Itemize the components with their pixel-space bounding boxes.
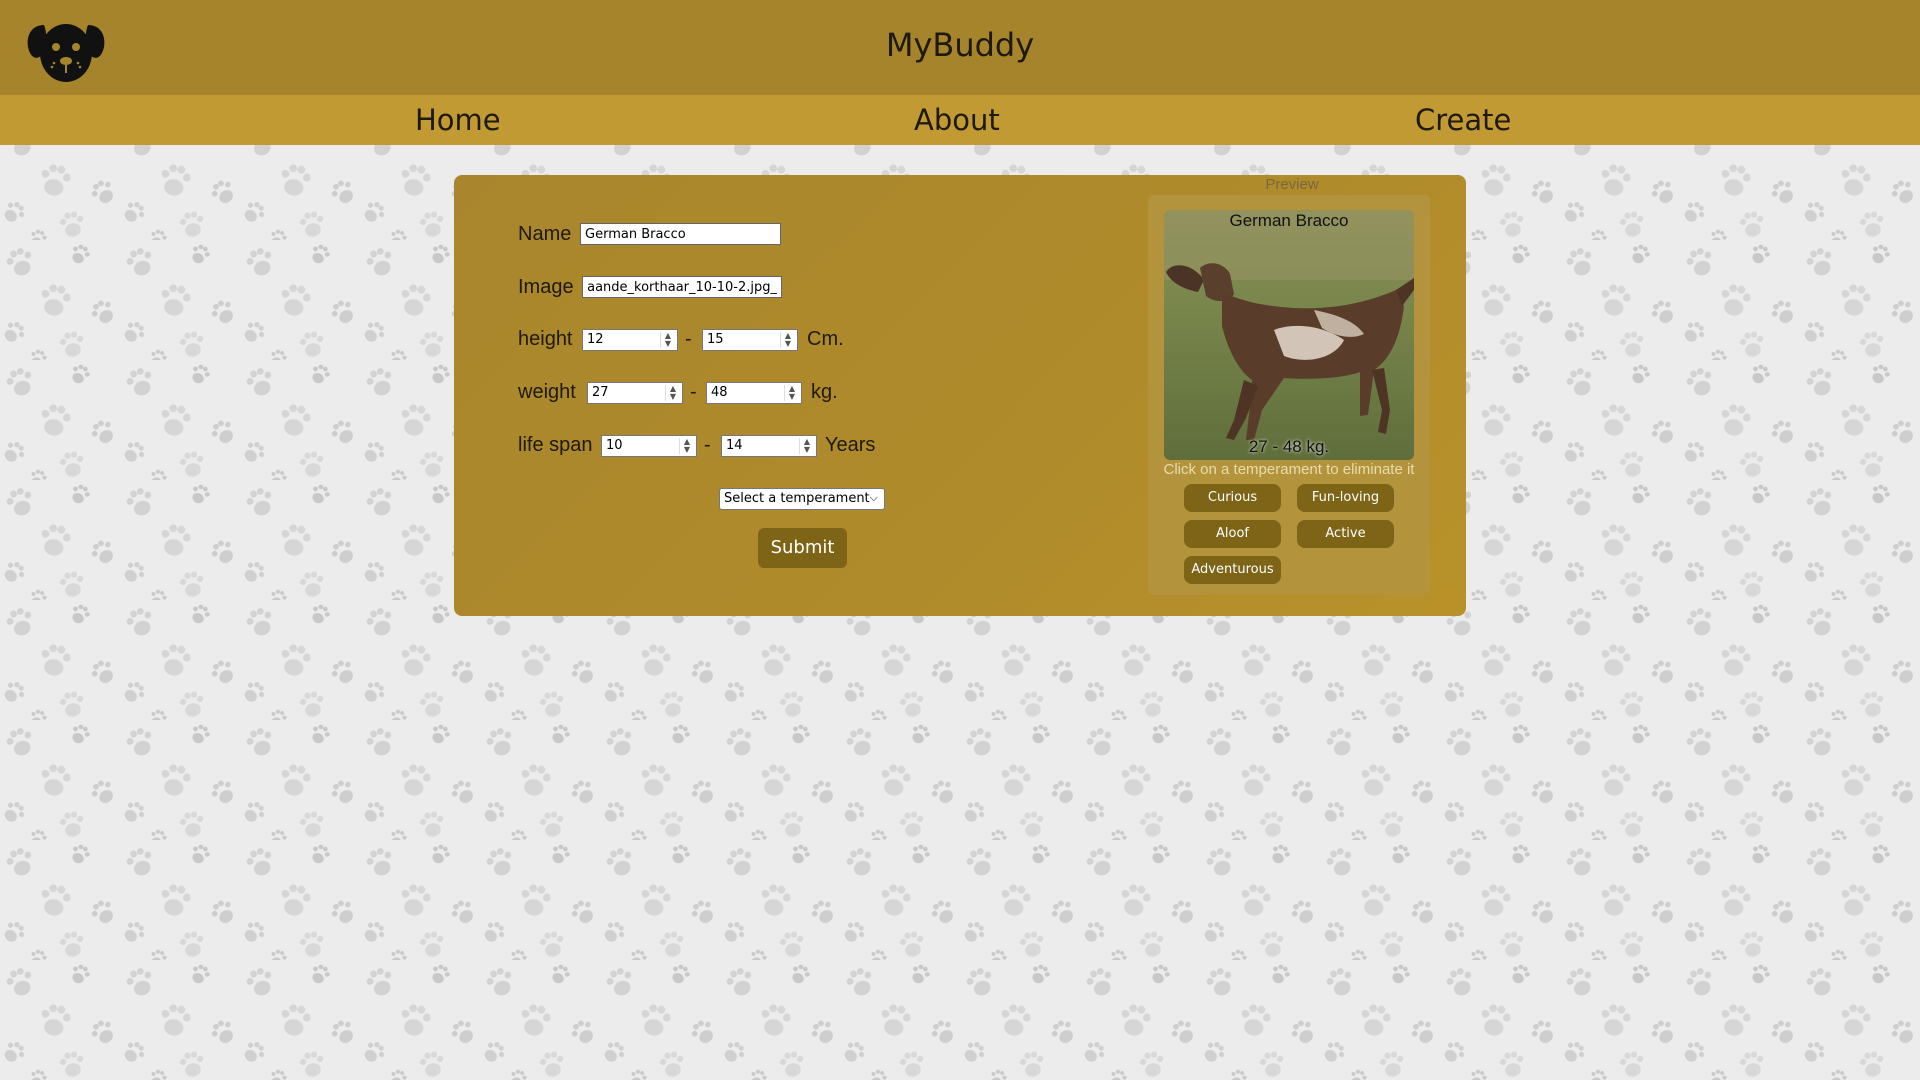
temperament-chip[interactable]: Aloof [1184, 520, 1281, 548]
image-label: Image [518, 276, 574, 298]
name-input[interactable] [580, 223, 781, 245]
height-label: height [518, 328, 573, 350]
preview-dog-weight: 27 - 48 kg. [1248, 437, 1330, 456]
preview-label: Preview [1265, 176, 1319, 193]
temperament-hint: Click on a temperament to eliminate it [1163, 461, 1415, 478]
weight-unit: kg. [811, 381, 838, 403]
temperament-select[interactable]: Select a temperament ⌵ [719, 488, 885, 510]
weight-min-input[interactable]: 27 ▲ ▼ [587, 382, 683, 404]
nav-about[interactable]: About [914, 103, 1000, 137]
lifespan-label: life span [518, 434, 593, 456]
name-label: Name [518, 223, 572, 245]
weight-label: weight [518, 381, 576, 403]
height-max-input[interactable]: 15 ▲ ▼ [702, 329, 798, 351]
stepper-icon[interactable]: ▲ ▼ [665, 385, 680, 401]
stepper-icon[interactable]: ▲ ▼ [799, 438, 814, 454]
site-title: MyBuddy [885, 26, 1035, 64]
temperament-chip[interactable]: Curious [1184, 484, 1281, 512]
height-separator: - [685, 328, 692, 350]
weight-max-input[interactable]: 48 ▲ ▼ [706, 382, 802, 404]
stepper-icon[interactable]: ▲ ▼ [660, 332, 675, 348]
main-nav: Home About Create [0, 95, 1920, 145]
height-min-input[interactable]: 12 ▲ ▼ [582, 329, 678, 351]
dog-photo [1164, 210, 1414, 460]
nav-create[interactable]: Create [1415, 103, 1511, 137]
stepper-icon[interactable]: ▲ ▼ [784, 385, 799, 401]
lifespan-max-input[interactable]: 14 ▲ ▼ [721, 435, 817, 457]
preview-card: German Bracco 27 - 48 kg. Click on a tem… [1148, 195, 1430, 595]
stepper-icon[interactable]: ▲ ▼ [780, 332, 795, 348]
nav-home[interactable]: Home [415, 103, 501, 137]
lifespan-separator: - [704, 434, 711, 456]
image-url-input[interactable] [582, 276, 782, 298]
site-header: MyBuddy [0, 0, 1920, 95]
temperament-chip[interactable]: Adventurous [1184, 556, 1281, 584]
submit-button[interactable]: Submit [758, 528, 847, 568]
lifespan-unit: Years [825, 434, 876, 456]
lifespan-min-input[interactable]: 10 ▲ ▼ [601, 435, 697, 457]
temperament-chip[interactable]: Fun-loving [1297, 484, 1394, 512]
temperament-chip[interactable]: Active [1297, 520, 1394, 548]
weight-separator: - [690, 381, 697, 403]
height-unit: Cm. [807, 328, 844, 350]
preview-dog-name: German Bracco [1229, 211, 1349, 230]
chevron-down-icon: ⌵ [869, 491, 878, 504]
stepper-icon[interactable]: ▲ ▼ [679, 438, 694, 454]
